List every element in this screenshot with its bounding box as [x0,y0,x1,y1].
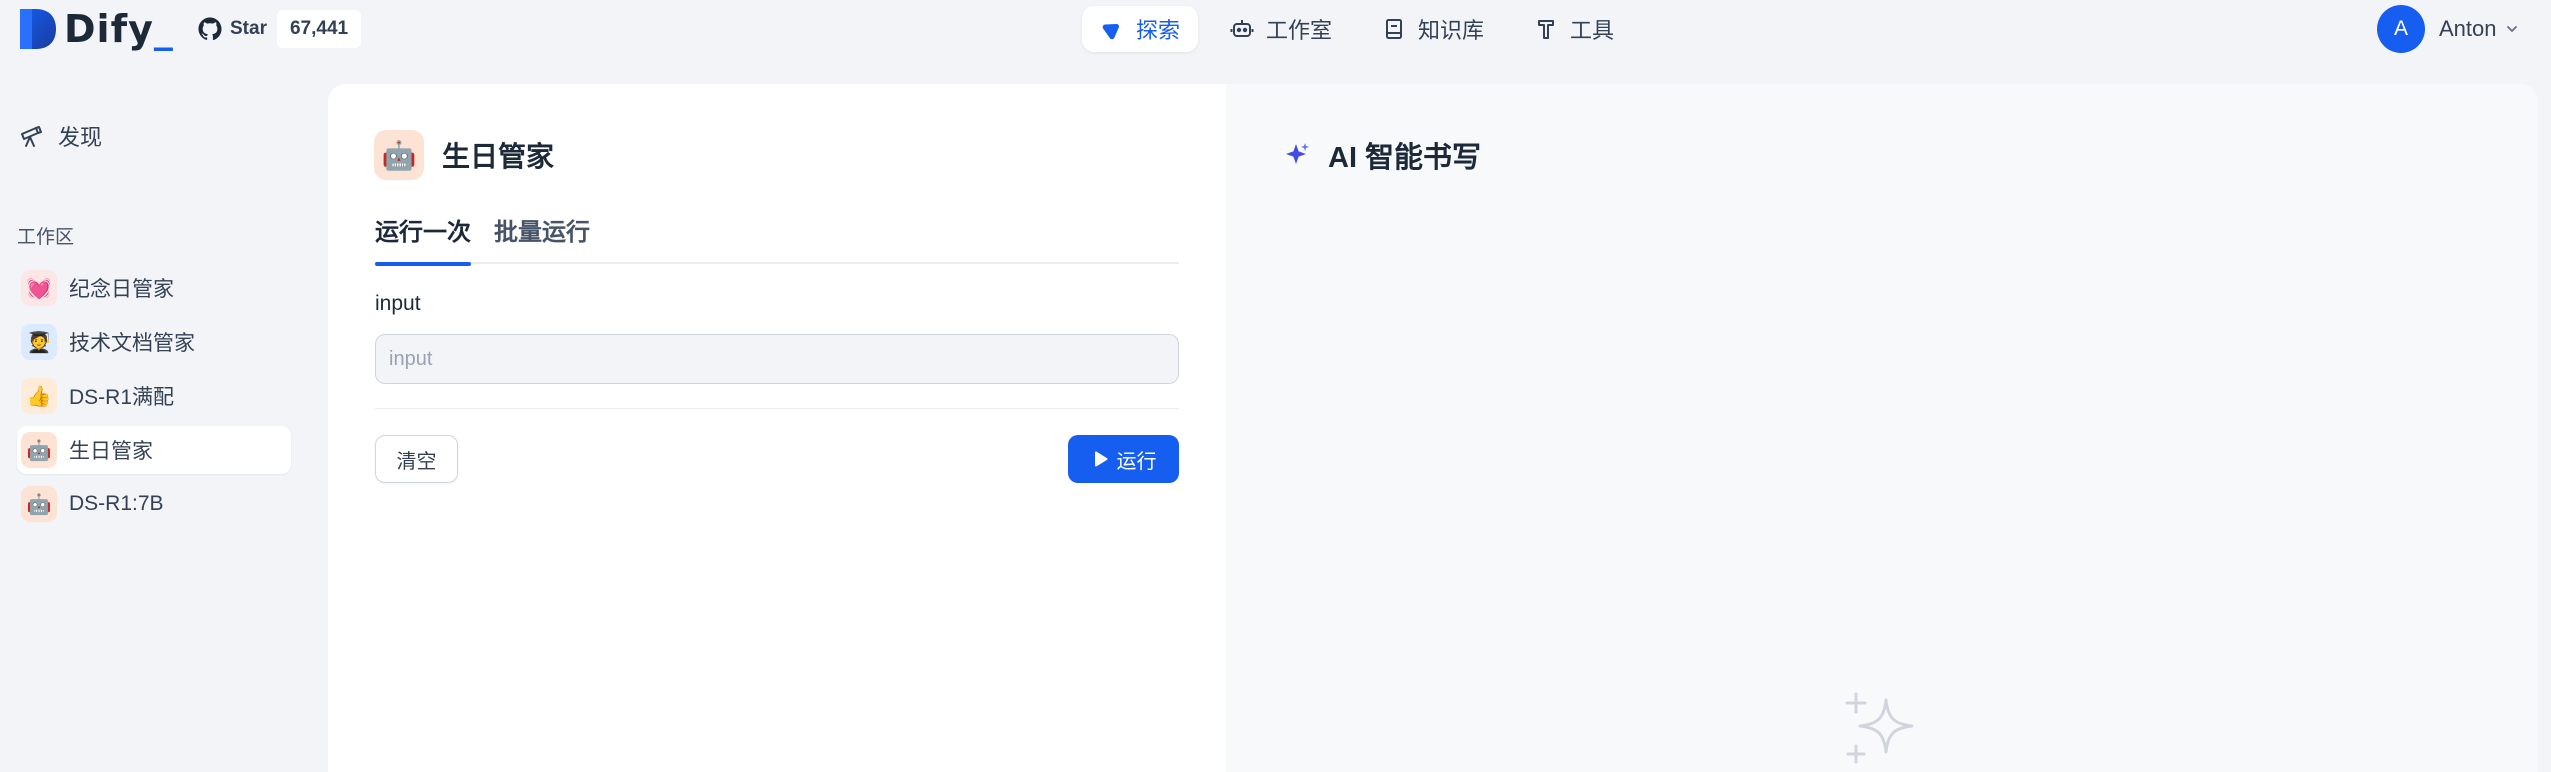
run-form-panel: 🤖 生日管家 运行一次 批量运行 input 清空 运行 [328,84,1226,772]
thumbs-up-icon: 👍 [21,378,57,414]
nav-studio[interactable]: 工作室 [1212,6,1350,52]
robot-icon: 🤖 [374,130,424,180]
nav-explore[interactable]: 探索 [1082,6,1199,52]
ai-panel-header: AI 智能书写 [1284,134,1481,176]
sparkle-icon [1286,143,1309,164]
sidebar-discover-label: 发现 [58,125,103,150]
ai-writing-panel: AI 智能书写 [1226,84,2538,772]
input-field[interactable] [375,334,1179,384]
sidebar-app-ds-r1-full[interactable]: 👍 DS-R1满配 [17,372,291,420]
divider [375,408,1179,409]
nav-tools-label: 工具 [1570,18,1615,43]
sidebar-app-anniversary[interactable]: 💓 纪念日管家 [17,264,291,312]
sidebar-app-tech-docs[interactable]: 🧑‍🎓 技术文档管家 [17,318,291,366]
sidebar-app-label: 技术文档管家 [69,332,195,355]
hammer-icon [1538,20,1555,39]
github-star-badge[interactable]: Star 67,441 [196,10,362,48]
sidebar-app-birthday[interactable]: 🤖 生日管家 [17,426,291,474]
user-name[interactable]: Anton [2439,16,2497,42]
github-star-count[interactable]: 67,441 [276,10,362,48]
nav-knowledge-label: 知识库 [1418,18,1485,43]
page-title: 生日管家 [442,141,555,172]
telescope-icon [21,126,42,147]
run-mode-tabs: 运行一次 批量运行 [375,216,1179,266]
nav-studio-label: 工作室 [1266,18,1333,43]
app-header: 🤖 生日管家 [374,130,554,180]
dify-logo-icon [20,9,56,49]
robot-icon [1230,20,1254,37]
ai-panel-title: AI 智能书写 [1328,142,1482,174]
workspace-section-label: 工作区 [17,227,75,248]
run-button-label: 运行 [1116,450,1157,473]
sidebar-app-label: DS-R1:7B [69,492,164,515]
run-button[interactable]: 运行 [1068,435,1179,483]
chevron-down-icon[interactable] [2505,22,2519,36]
sidebar-app-ds-r1-7b[interactable]: 🤖 DS-R1:7B [17,480,291,528]
github-star-button[interactable]: Star [196,10,277,48]
user-menu[interactable]: A Anton [2377,5,2519,53]
sidebar-app-label: DS-R1满配 [69,386,175,409]
play-icon [1094,451,1107,467]
sidebar: 发现 工作区 💓 纪念日管家 🧑‍🎓 技术文档管家 👍 DS-R1满配 🤖 生日… [0,58,310,772]
tab-batch-run[interactable]: 批量运行 [494,216,590,264]
sparkles-placeholder-icon [1845,692,1914,764]
clear-button[interactable]: 清空 [375,435,458,483]
brand-name: Dify_ [64,7,174,51]
github-star-label: Star [230,18,267,39]
robot-icon: 🤖 [21,432,57,468]
nav-knowledge[interactable]: 知识库 [1364,6,1502,52]
dify-logo[interactable]: Dify_ [18,6,174,52]
heart-icon: 💓 [21,270,57,306]
sidebar-item-discover[interactable]: 发现 [18,114,102,158]
top-bar: Dify_ Star 67,441 探索 工作室 知识库 工具 A Anton [0,0,2551,58]
workspace-app-list: 💓 纪念日管家 🧑‍🎓 技术文档管家 👍 DS-R1满配 🤖 生日管家 🤖 DS… [17,264,291,534]
sidebar-app-label: 纪念日管家 [69,278,174,301]
avatar[interactable]: A [2377,5,2425,53]
compass-icon [1102,24,1120,40]
sidebar-app-label: 生日管家 [69,440,153,463]
github-icon [198,17,222,41]
nav-explore-label: 探索 [1136,18,1181,43]
input-field-label: input [375,292,421,315]
tab-run-once[interactable]: 运行一次 [375,216,471,266]
robot-icon: 🤖 [21,486,57,522]
main-nav: 探索 工作室 知识库 工具 [1082,6,1646,52]
graduate-icon: 🧑‍🎓 [21,324,57,360]
book-icon [1386,19,1403,39]
nav-tools[interactable]: 工具 [1516,6,1632,52]
